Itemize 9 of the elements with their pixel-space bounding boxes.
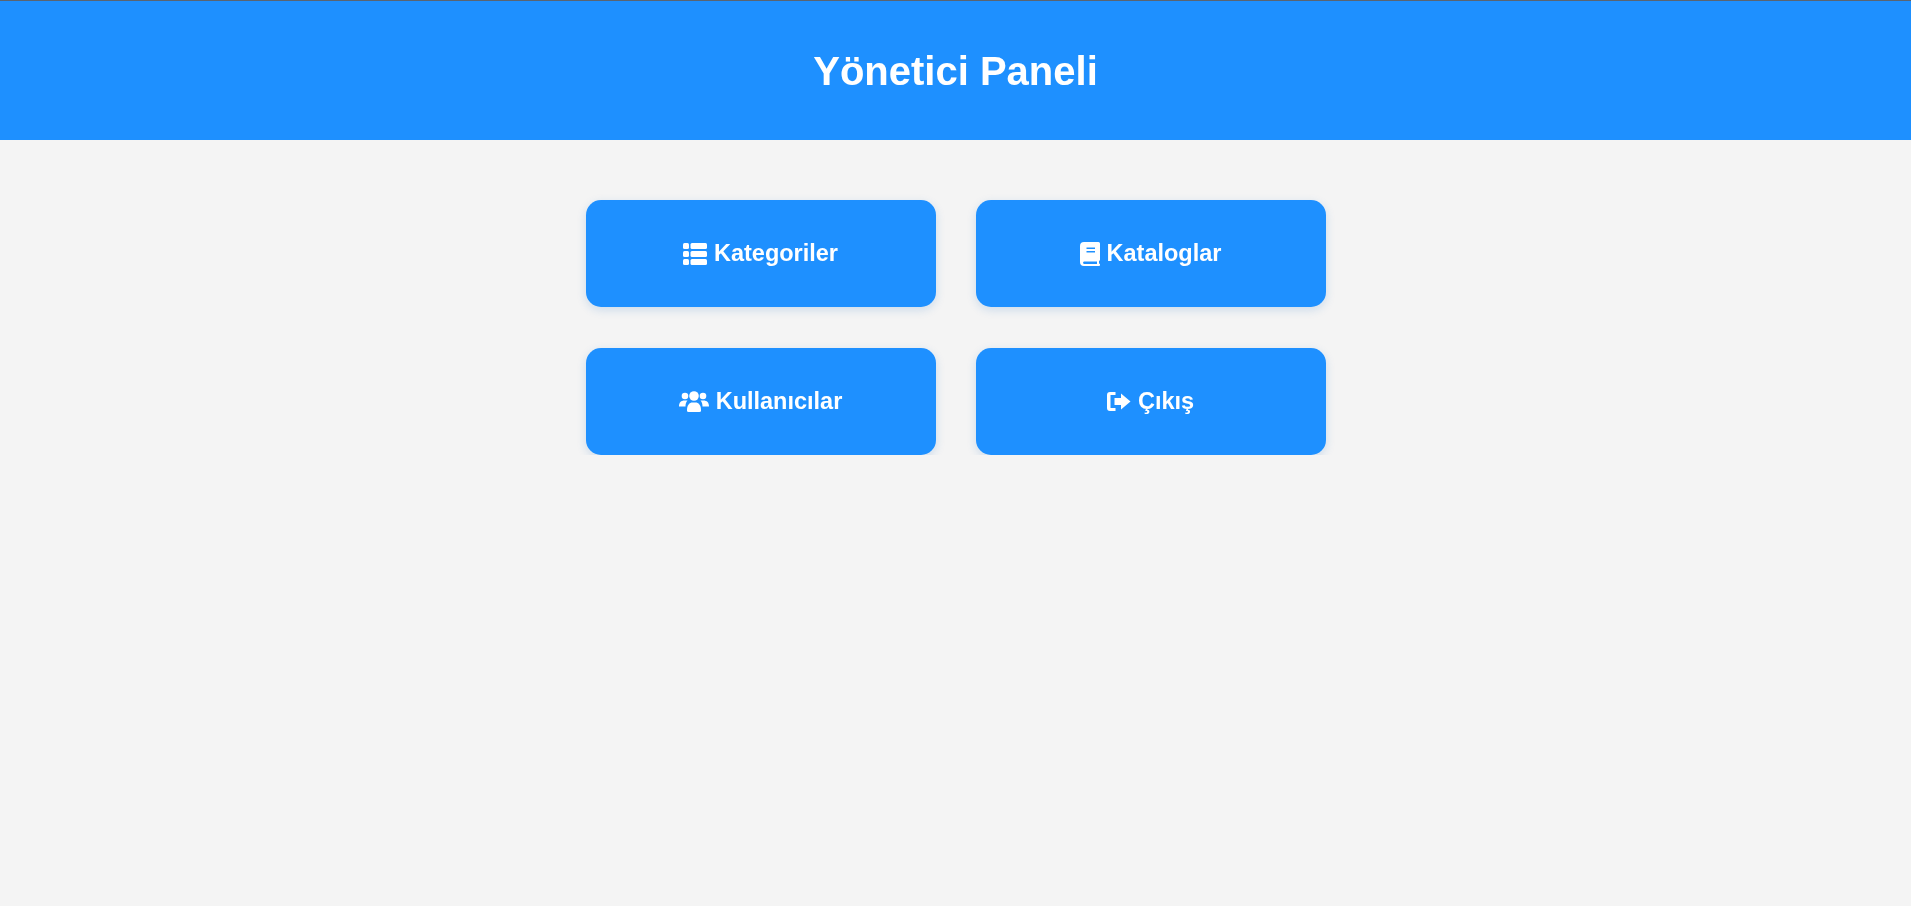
- page-title: Yönetici Paneli: [813, 47, 1098, 94]
- catalogs-button[interactable]: Kataloglar: [975, 200, 1326, 307]
- categories-button[interactable]: Kategoriler: [585, 200, 936, 307]
- users-button[interactable]: Kullanıcılar: [585, 348, 936, 455]
- book-icon: [1079, 241, 1100, 266]
- logout-button[interactable]: Çıkış: [975, 348, 1326, 455]
- list-icon: [682, 242, 707, 265]
- logout-icon: [1106, 392, 1131, 411]
- users-icon: [678, 391, 709, 412]
